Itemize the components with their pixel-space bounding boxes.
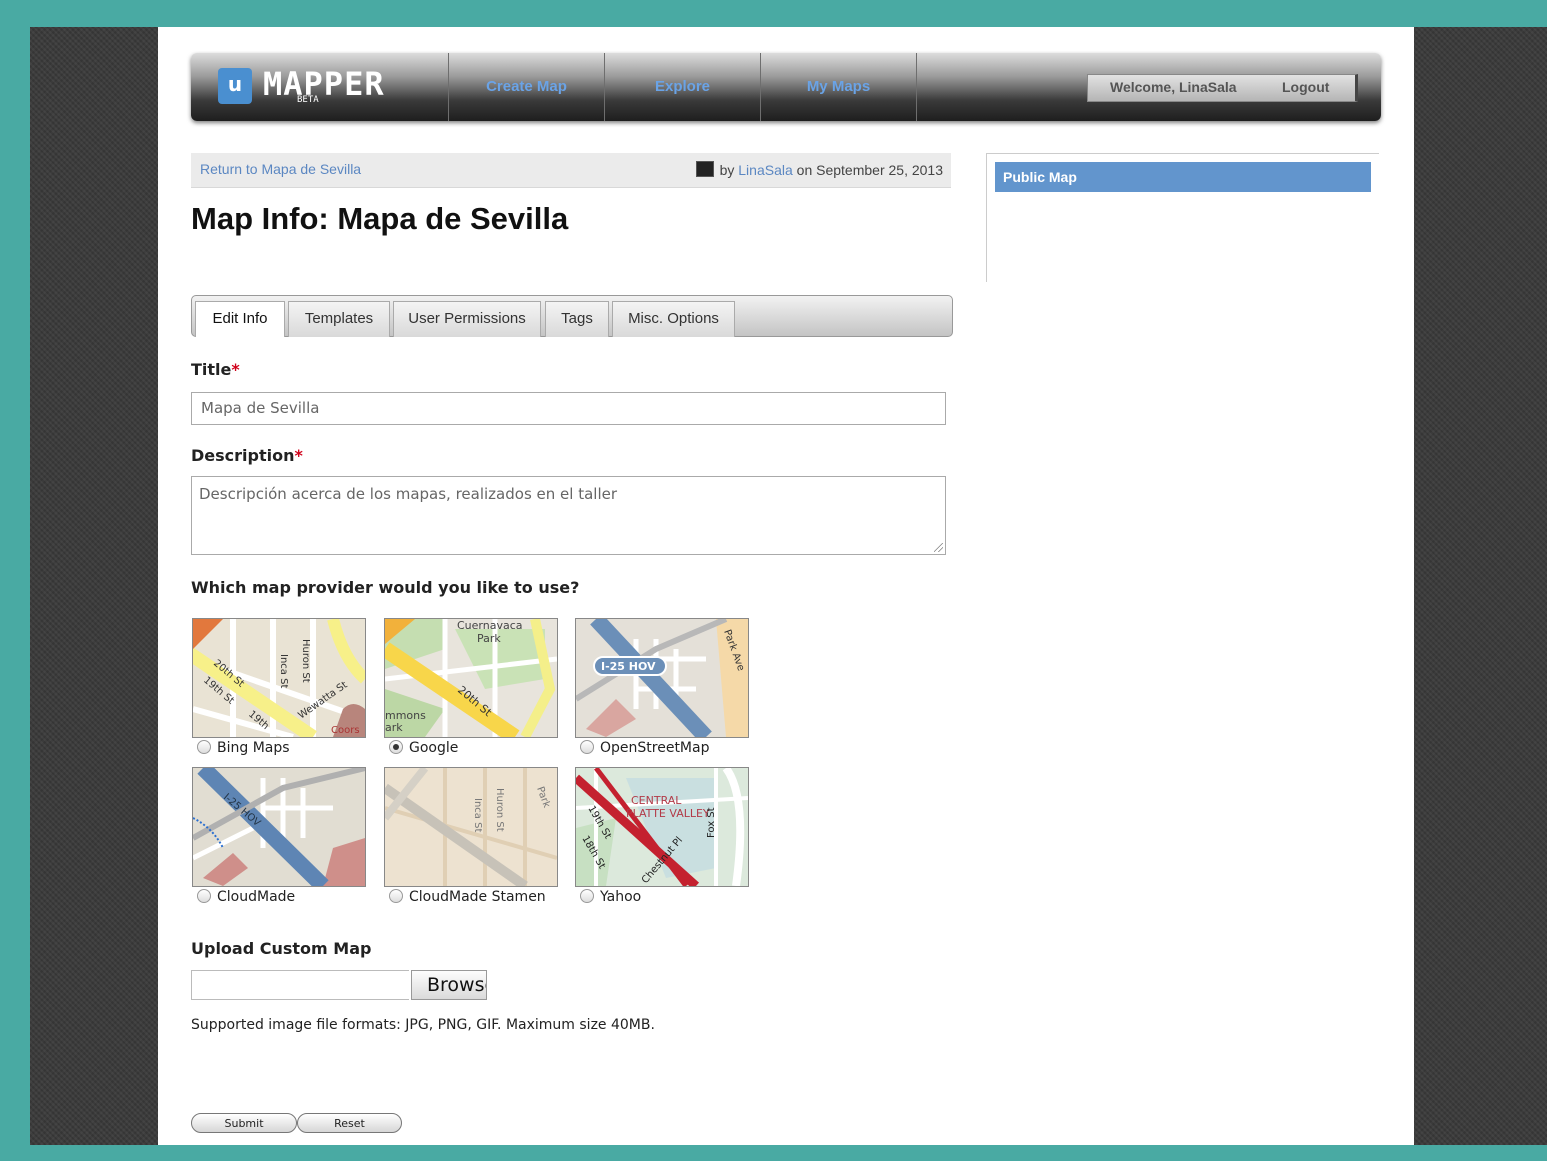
public-map-heading: Public Map	[995, 162, 1371, 192]
provider-label: Google	[384, 740, 558, 756]
yahoo-map-thumbnail[interactable]: CENTRAL PLATTE VALLEY 19th St 18th St Ch…	[575, 767, 749, 887]
osm-map-thumbnail[interactable]: I-25 HOV Park Ave	[575, 618, 749, 738]
tab-edit-info[interactable]: Edit Info	[195, 301, 285, 337]
radio-yahoo[interactable]	[580, 889, 594, 903]
stamen-label-huron: Huron St	[494, 788, 505, 832]
stamen-map-thumbnail[interactable]: Inca St Huron St Park	[384, 767, 558, 887]
radio-google[interactable]	[389, 740, 403, 754]
logo-mark: u	[218, 68, 252, 104]
yahoo-label-central: CENTRAL	[631, 794, 682, 807]
provider-label: Bing Maps	[192, 740, 366, 756]
user-box: Welcome, LinaSala Logout	[1087, 74, 1358, 102]
description-label: Description*	[191, 446, 303, 465]
provider-cloudmade[interactable]: I-25 HOV CloudMade	[192, 767, 366, 905]
provider-name: CloudMade Stamen	[409, 889, 546, 905]
provider-name: OpenStreetMap	[600, 740, 710, 756]
public-map-panel: Public Map	[986, 153, 1379, 282]
tab-bar: Edit Info Templates User Permissions Tag…	[191, 295, 953, 337]
stamen-label-inca: Inca St	[472, 798, 483, 832]
provider-bing[interactable]: 20th St 19th St Inca St Huron St Wewatta…	[192, 618, 366, 756]
google-label-cuernavaca: Cuernavaca	[457, 619, 523, 632]
byline-by: by	[719, 162, 735, 178]
byline-date: on September 25, 2013	[796, 162, 943, 178]
cloudmade-map-thumbnail[interactable]: I-25 HOV	[192, 767, 366, 887]
tab-templates[interactable]: Templates	[288, 301, 390, 337]
provider-yahoo[interactable]: CENTRAL PLATTE VALLEY 19th St 18th St Ch…	[575, 767, 749, 905]
radio-osm[interactable]	[580, 740, 594, 754]
provider-name: Yahoo	[600, 889, 642, 905]
bing-map-thumbnail[interactable]: 20th St 19th St Inca St Huron St Wewatta…	[192, 618, 366, 738]
tab-tags[interactable]: Tags	[545, 301, 609, 337]
byline: by LinaSala on September 25, 2013	[695, 161, 943, 178]
bing-label-huron: Huron St	[300, 639, 311, 683]
provider-name: Bing Maps	[217, 740, 290, 756]
bing-label-inca: Inca St	[278, 654, 289, 688]
user-avatar-icon	[695, 161, 714, 177]
title-input[interactable]: Mapa de Sevilla	[191, 392, 946, 425]
osm-label-i25: I-25 HOV	[601, 660, 656, 673]
map-info-bar: Return to Mapa de Sevilla by LinaSala on…	[191, 153, 951, 188]
provider-osm[interactable]: I-25 HOV Park Ave OpenStreetMap	[575, 618, 749, 756]
radio-stamen[interactable]	[389, 889, 403, 903]
provider-label: OpenStreetMap	[575, 740, 749, 756]
required-marker: *	[231, 360, 240, 379]
tab-user-permissions[interactable]: User Permissions	[393, 301, 541, 337]
radio-cloudmade[interactable]	[197, 889, 211, 903]
page-title: Map Info: Mapa de Sevilla	[191, 201, 569, 236]
nav-explore[interactable]: Explore	[604, 53, 760, 121]
nav-create-map[interactable]: Create Map	[448, 53, 604, 121]
return-link[interactable]: Return to Mapa de Sevilla	[200, 161, 361, 177]
provider-cloudmade-stamen[interactable]: Inca St Huron St Park CloudMade Stamen	[384, 767, 558, 905]
provider-label: CloudMade Stamen	[384, 889, 558, 905]
description-text: Descripción acerca de los mapas, realiza…	[199, 485, 618, 503]
provider-label: Yahoo	[575, 889, 749, 905]
title-label-text: Title	[191, 360, 232, 379]
upload-label: Upload Custom Map	[191, 939, 372, 958]
provider-label: CloudMade	[192, 889, 366, 905]
logout-link[interactable]: Logout	[1282, 79, 1329, 95]
file-path-field[interactable]	[191, 970, 409, 1000]
description-label-text: Description	[191, 446, 295, 465]
provider-name: CloudMade	[217, 889, 296, 905]
yahoo-label-platte: PLATTE VALLEY	[626, 807, 710, 820]
google-label-park: Park	[477, 632, 501, 645]
required-marker: *	[294, 446, 303, 465]
main-content: u MAPPER BETA Create Map Explore My Maps…	[158, 27, 1414, 1145]
submit-button[interactable]: Submit	[191, 1113, 297, 1133]
yahoo-label-fox: Fox St	[706, 807, 717, 838]
supported-formats-text: Supported image file formats: JPG, PNG, …	[191, 1017, 655, 1033]
logo-name: MAPPER	[263, 65, 385, 103]
provider-name: Google	[409, 740, 459, 756]
umapper-logo[interactable]: u MAPPER BETA	[218, 65, 438, 107]
radio-bing[interactable]	[197, 740, 211, 754]
provider-question: Which map provider would you like to use…	[191, 578, 580, 597]
welcome-text: Welcome, LinaSala	[1110, 79, 1237, 95]
logo-beta-badge: BETA	[297, 95, 319, 105]
description-textarea[interactable]: Descripción acerca de los mapas, realiza…	[191, 476, 946, 555]
title-label: Title*	[191, 360, 240, 379]
nav-my-maps[interactable]: My Maps	[760, 53, 917, 121]
tab-misc-options[interactable]: Misc. Options	[612, 301, 735, 337]
google-map-thumbnail[interactable]: Cuernavaca Park 20th St mmons ark	[384, 618, 558, 738]
reset-button[interactable]: Reset	[297, 1113, 402, 1133]
bing-label-coors: Coors	[331, 725, 360, 736]
google-label-ark: ark	[385, 721, 403, 734]
top-navbar: u MAPPER BETA Create Map Explore My Maps…	[191, 53, 1381, 121]
browse-button[interactable]: Browse	[411, 970, 487, 1000]
author-link[interactable]: LinaSala	[738, 162, 793, 178]
provider-google[interactable]: Cuernavaca Park 20th St mmons ark Google	[384, 618, 558, 756]
resize-grip-icon[interactable]	[934, 543, 943, 552]
